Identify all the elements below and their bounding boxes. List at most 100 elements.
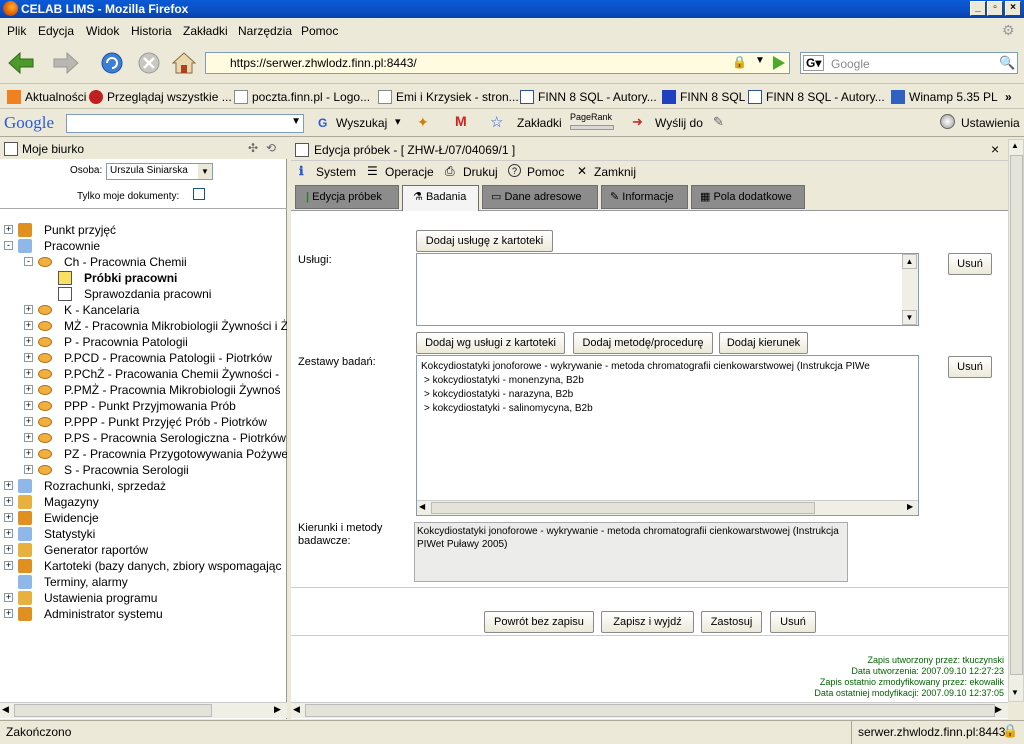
list-item[interactable]: > kokcydiostatyki - salinomycyna, B2b <box>421 402 870 416</box>
scroll-up-icon[interactable]: ▲ <box>902 254 917 269</box>
home-icon[interactable] <box>170 50 198 76</box>
menu-operacje[interactable]: Operacje <box>385 165 434 179</box>
zestawy-list[interactable]: Kokcydiostatyki jonoforowe - wykrywanie … <box>416 355 919 516</box>
right-vscrollbar[interactable]: ▲ ▼ <box>1008 139 1024 702</box>
scroll-right-icon[interactable]: ▶ <box>274 704 281 715</box>
tree-item[interactable]: + MŻ - Pracownia Mikrobiologii Żywności i… <box>0 318 287 334</box>
scroll-up-icon[interactable]: ▲ <box>1011 141 1019 150</box>
pin-icon[interactable]: ✣ <box>248 141 258 155</box>
expand-icon[interactable]: + <box>24 369 33 378</box>
expand-icon[interactable]: + <box>24 305 33 314</box>
search-box[interactable]: G▾ Google 🔍 <box>800 52 1018 74</box>
expand-icon[interactable]: + <box>4 225 13 234</box>
expand-icon[interactable]: + <box>24 337 33 346</box>
tree-item[interactable]: Terminy, alarmy <box>0 574 287 590</box>
right-hscrollbar[interactable]: ◀ ▶ <box>291 702 1008 718</box>
tree-item[interactable]: + P - Pracownia Patologii <box>0 334 287 350</box>
pencil-icon[interactable]: ✎ <box>713 114 724 130</box>
back-icon[interactable] <box>5 50 37 76</box>
dropdown-arrow-icon[interactable]: ▾ <box>395 115 401 128</box>
scroll-left-icon[interactable]: ◀ <box>2 704 9 715</box>
wyszukaj-button[interactable]: Wyszukaj <box>336 116 387 130</box>
menu-pomoc[interactable]: Pomoc <box>301 24 338 38</box>
tree-item[interactable]: + P.PMŻ - Pracownia Mikrobiologii Żywnoś <box>0 382 287 398</box>
dodaj-usluge-button[interactable]: Dodaj usługę z kartoteki <box>416 230 553 252</box>
maximize-button[interactable]: ▫ <box>987 1 1003 16</box>
menu-zamknij[interactable]: Zamknij <box>594 165 636 179</box>
tree-item[interactable]: + P.PPP - Punkt Przyjęć Prób - Piotrków <box>0 414 287 430</box>
list-item[interactable]: > kokcydiostatyki - monenzyna, B2b <box>421 374 870 388</box>
expand-icon[interactable]: + <box>4 513 13 522</box>
ustawienia-button[interactable]: Ustawienia <box>961 116 1020 130</box>
expand-icon[interactable]: + <box>4 481 13 490</box>
expand-icon[interactable]: + <box>24 465 33 474</box>
expand-icon[interactable]: + <box>24 385 33 394</box>
search-icon[interactable]: 🔍 <box>999 55 1015 71</box>
go-icon[interactable] <box>767 52 789 74</box>
osoba-select[interactable]: Urszula Siniarska ▼ <box>106 163 213 180</box>
powrot-bez-zapisu-button[interactable]: Powrót bez zapisu <box>484 611 594 633</box>
tree-item[interactable]: + PPP - Punkt Przyjmowania Prób <box>0 398 287 414</box>
bookmark-finn-autory-1[interactable]: FINN 8 SQL - Autory... <box>520 90 657 104</box>
menu-edycja[interactable]: Edycja <box>38 24 74 38</box>
list-item[interactable]: Kokcydiostatyki jonoforowe - wykrywanie … <box>421 360 870 374</box>
tab-edycja-probek[interactable]: | Edycja próbek <box>295 185 399 209</box>
left-hscrollbar[interactable]: ◀ ▶ <box>0 702 287 718</box>
refresh-icon[interactable]: ⟲ <box>266 141 276 155</box>
bookmark-finn-autory-2[interactable]: FINN 8 SQL - Autory... <box>748 90 885 104</box>
scroll-thumb[interactable] <box>14 704 212 717</box>
menu-zakladki[interactable]: Zakładki <box>183 24 228 38</box>
reload-icon[interactable] <box>98 50 126 76</box>
scroll-thumb[interactable] <box>431 502 815 514</box>
expand-icon[interactable]: + <box>4 593 13 602</box>
scroll-down-icon[interactable]: ▼ <box>1011 688 1019 697</box>
star-icon[interactable]: ☆ <box>490 113 503 131</box>
tree-item[interactable]: + PZ - Pracownia Przygotowywania Pożywe <box>0 446 287 462</box>
tree-item[interactable]: + Statystyki <box>0 526 287 542</box>
scroll-thumb[interactable] <box>1010 155 1023 675</box>
bookmark-poczta[interactable]: poczta.finn.pl - Logo... <box>234 90 370 104</box>
menu-plik[interactable]: Plik <box>7 24 26 38</box>
tree-item[interactable]: + Punkt przyjęć <box>0 222 287 238</box>
tree-item[interactable]: Próbki pracowni <box>0 270 287 286</box>
expand-icon[interactable]: + <box>24 417 33 426</box>
bookmark-winamp[interactable]: Winamp 5.35 PL <box>891 90 998 104</box>
tree-item[interactable]: + Ustawienia programu <box>0 590 287 606</box>
collapse-icon[interactable]: - <box>24 257 33 266</box>
expand-icon[interactable]: + <box>4 561 13 570</box>
tab-pola-dodatkowe[interactable]: ▦ Pola dodatkowe <box>691 185 805 209</box>
forward-icon[interactable] <box>50 50 82 76</box>
scroll-right-icon[interactable]: ▶ <box>995 704 1002 715</box>
expand-icon[interactable]: + <box>24 353 33 362</box>
tree-item[interactable]: + P.PS - Pracownia Serologiczna - Piotrkó… <box>0 430 287 446</box>
collapse-icon[interactable]: - <box>4 241 13 250</box>
more-bookmarks-icon[interactable]: » <box>1005 90 1012 104</box>
bookmark-emi[interactable]: Emi i Krzysiek - stron... <box>378 90 519 104</box>
expand-icon[interactable]: + <box>24 401 33 410</box>
zapisz-i-wyjdz-button[interactable]: Zapisz i wyjdź <box>601 611 694 633</box>
tree-item[interactable]: Sprawozdania pracowni <box>0 286 287 302</box>
menu-narzedzia[interactable]: Narzędzia <box>238 24 292 38</box>
gmail-icon[interactable]: M <box>455 113 467 129</box>
tree-item[interactable]: + Kartoteki (bazy danych, zbiory wspomaga… <box>0 558 287 574</box>
expand-icon[interactable]: + <box>4 529 13 538</box>
tree-item[interactable]: + P.PChŻ - Pracowania Chemii Żywności - <box>0 366 287 382</box>
tree-item[interactable]: - Ch - Pracownia Chemii <box>0 254 287 270</box>
scroll-thumb[interactable] <box>305 704 995 717</box>
bookmark-aktualnosci[interactable]: Aktualności <box>7 90 86 104</box>
menu-historia[interactable]: Historia <box>131 24 172 38</box>
scroll-right-icon[interactable]: ▶ <box>907 502 913 511</box>
tree-item[interactable]: + Generator raportów <box>0 542 287 558</box>
zestawy-hscrollbar[interactable]: ◀ ▶ <box>417 500 918 515</box>
google-search-input[interactable]: ▼ <box>66 114 304 133</box>
dodaj-metode-button[interactable]: Dodaj metodę/procedurę <box>573 332 713 354</box>
url-bar[interactable]: https://serwer.zhwlodz.finn.pl:8443/ 🔒 ▼ <box>205 52 790 74</box>
stop-icon[interactable] <box>135 50 163 76</box>
tree-item[interactable]: + P.PCD - Pracownia Patologii - Piotrków <box>0 350 287 366</box>
tab-dane-adresowe[interactable]: ▭ Dane adresowe <box>482 185 598 209</box>
bookmark-przegladaj[interactable]: Przeglądaj wszystkie ... <box>89 90 232 104</box>
wyslij-button[interactable]: Wyślij do <box>655 116 703 130</box>
tab-badania[interactable]: ⚗ Badania <box>402 185 479 211</box>
dodaj-kierunek-button[interactable]: Dodaj kierunek <box>719 332 808 354</box>
dodaj-wg-uslugi-button[interactable]: Dodaj wg usługi z kartoteki <box>416 332 565 354</box>
